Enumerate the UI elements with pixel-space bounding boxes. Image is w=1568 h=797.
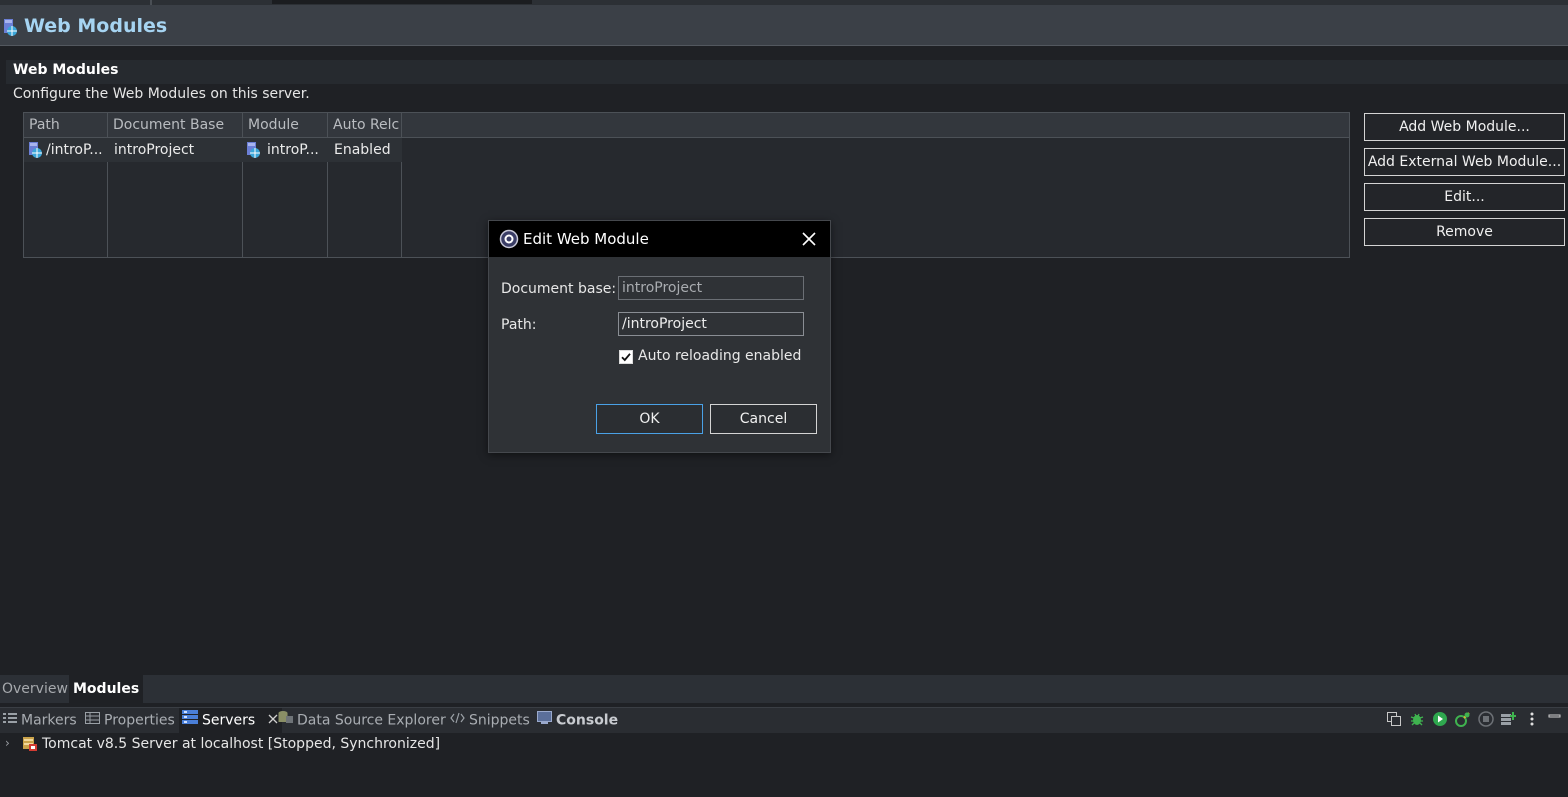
dialog-title: Edit Web Module [523,230,649,248]
remove-button[interactable]: Remove [1364,218,1565,246]
table-header: Path Document Base Module Auto Relc [24,113,1349,138]
debug-icon[interactable] [1409,711,1425,727]
document-base-field[interactable]: introProject [618,276,804,300]
column-header-document-base[interactable]: Document Base [108,113,243,137]
collapse-all-icon[interactable] [1386,711,1402,727]
servers-icon [182,708,198,733]
server-name: Tomcat v8.5 Server at localhost [42,736,264,752]
tab-snippets-label: Snippets [469,712,530,729]
editor-tab-strip [272,0,532,4]
view-tabs: Markers Properties Servers Data Source E… [0,707,1568,733]
code-icon [450,708,465,733]
editor-page-tabs: Overview Modules [0,675,1568,705]
path-input[interactable]: /introProject [618,312,804,336]
path-label: Path: [501,317,537,333]
minimize-icon[interactable] [1547,711,1563,727]
section-title: Web Modules [13,62,119,78]
dialog-titlebar[interactable]: Edit Web Module [489,221,830,257]
add-web-module-button[interactable]: Add Web Module... [1364,113,1565,141]
markers-icon [3,708,17,733]
tab-properties-label: Properties [104,712,175,729]
close-icon[interactable] [799,229,819,249]
column-header-auto-reload[interactable]: Auto Relc [328,113,402,137]
server-status: [Stopped, Synchronized] [267,736,441,752]
section-description: Configure the Web Modules on this server… [13,86,310,102]
tab-servers-label: Servers [202,712,256,729]
server-label: Tomcat v8.5 Server at localhost [Stopped… [42,734,440,754]
add-external-web-module-button[interactable]: Add External Web Module... [1364,148,1565,176]
web-module-icon [246,142,262,166]
cell-document-base: introProject [114,142,195,158]
database-icon [278,708,293,733]
publish-icon[interactable] [1500,711,1516,727]
web-module-icon [28,142,44,166]
auto-reload-checkbox[interactable] [619,350,633,364]
table-row[interactable]: /introP... introProject introP... Enable… [24,138,402,162]
tab-properties[interactable]: Properties [85,708,175,733]
stop-server-icon[interactable] [1478,711,1494,727]
tab-markers[interactable]: Markers [3,708,77,733]
tomcat-server-icon [22,736,38,756]
edit-button[interactable]: Edit... [1364,183,1565,211]
tab-data-source-explorer[interactable]: Data Source Explorer [278,708,446,733]
tab-servers[interactable]: Servers [179,708,282,733]
properties-icon [85,708,100,733]
page-header: Web Modules [0,5,1568,46]
section-header-bar [6,60,1568,84]
tab-console-label: Console [556,712,619,729]
tab-console[interactable]: Console [537,708,618,733]
auto-reload-label[interactable]: Auto reloading enabled [638,348,801,364]
tab-markers-label: Markers [21,712,77,729]
document-base-label: Document base: [501,281,617,297]
tab-modules[interactable]: Modules [69,675,144,705]
edit-web-module-dialog: Edit Web Module Document base: introProj… [488,220,831,453]
tab-data-source-explorer-label: Data Source Explorer [297,712,446,729]
ok-button[interactable]: OK [596,404,703,434]
tab-overview[interactable]: Overview [2,675,68,703]
cell-auto-reload: Enabled [334,142,391,158]
console-icon [537,708,552,733]
column-header-path[interactable]: Path [24,113,108,137]
view-menu-icon[interactable] [1524,711,1540,727]
cell-path: /introP... [46,142,103,158]
cancel-button[interactable]: Cancel [710,404,817,434]
close-icon[interactable] [268,708,278,733]
web-module-icon [3,19,19,41]
server-tree-item[interactable]: › Tomcat v8.5 Server at localhost [Stopp… [0,734,1568,754]
chevron-right-icon[interactable]: › [5,736,10,750]
eclipse-icon [499,229,519,253]
column-header-module[interactable]: Module [243,113,328,137]
profile-icon[interactable] [1455,711,1471,727]
page-title: Web Modules [24,15,168,37]
start-server-icon[interactable] [1432,711,1448,727]
tab-snippets[interactable]: Snippets [450,708,530,733]
cell-module: introP... [267,142,319,158]
